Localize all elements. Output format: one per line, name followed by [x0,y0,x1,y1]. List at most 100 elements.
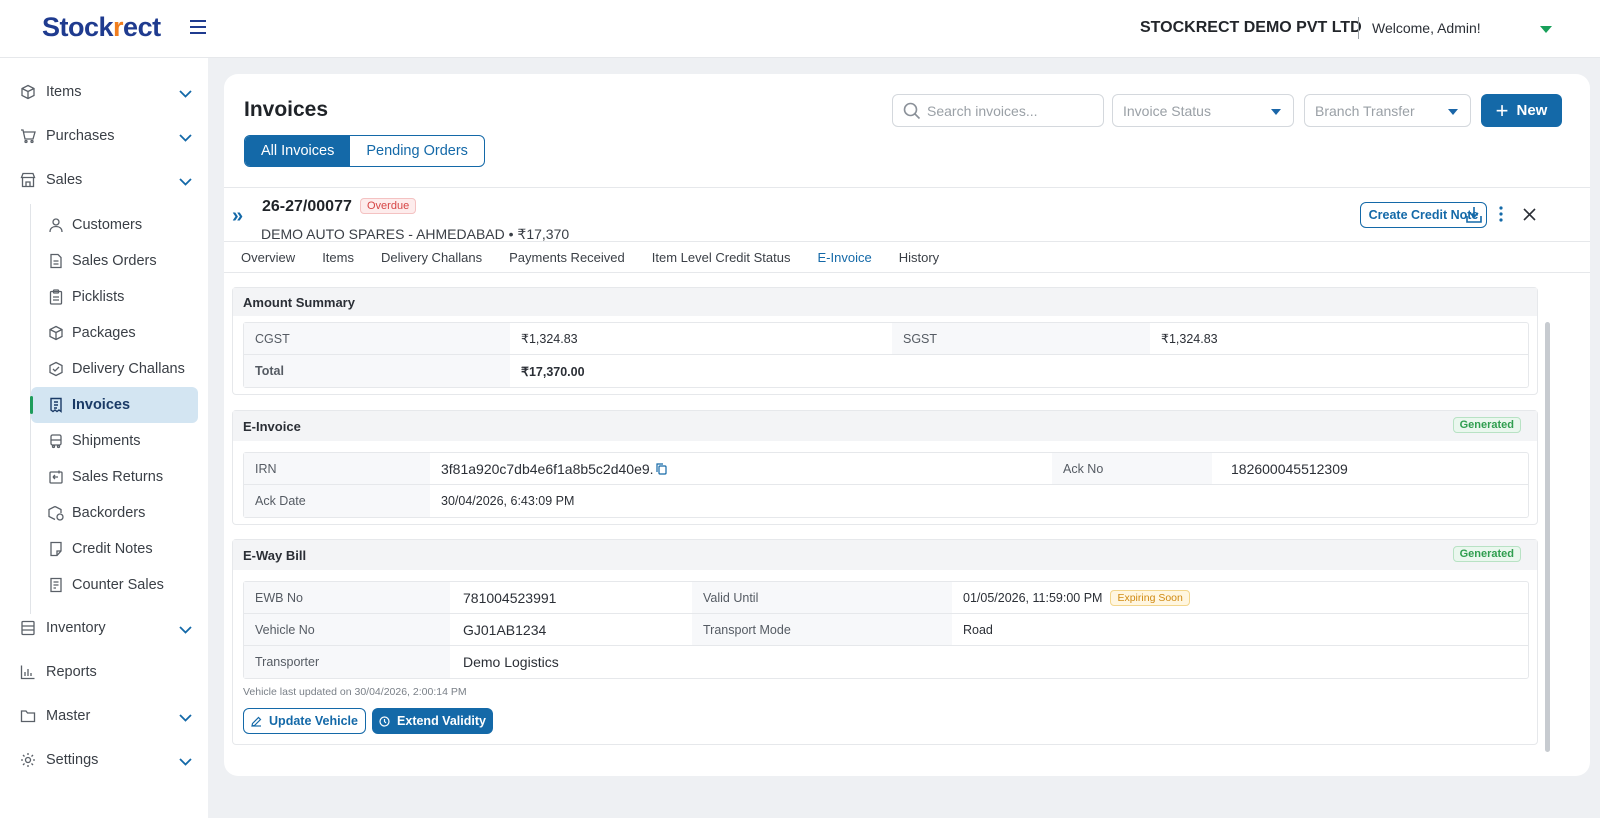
sidebar-item-sales-orders[interactable]: Sales Orders [31,243,198,279]
tab-e-invoice[interactable]: E-Invoice [818,250,872,274]
sidebar-item-settings[interactable]: Settings [20,743,200,777]
table-row: EWB No 781004523991 Valid Until 01/05/20… [244,582,1528,614]
caret-down-icon [1271,109,1281,115]
user-menu-caret-icon[interactable] [1540,26,1552,33]
copy-icon[interactable] [655,462,667,475]
invoice-status-select[interactable]: Invoice Status [1112,94,1294,127]
e-invoice-panel: E-Invoice Generated IRN 3f81a920c7db4e6f… [232,410,1538,525]
chevron-down-icon[interactable] [179,622,192,638]
status-badge: Generated [1452,546,1521,562]
table-row: Ack Date 30/04/2026, 6:43:09 PM [244,485,1528,517]
e-invoice-heading: E-Invoice Generated [233,411,1537,441]
update-vehicle-button[interactable]: Update Vehicle [243,708,366,734]
invoice-tabs: Overview Items Delivery Challans Payment… [241,250,966,274]
sidebar-item-shipments[interactable]: Shipments [31,423,198,459]
folder-icon [20,708,36,724]
sidebar-item-sales-returns[interactable]: Sales Returns [31,459,198,495]
inventory-icon [20,620,36,636]
close-icon[interactable] [1523,208,1536,224]
gear-icon [20,752,36,768]
tab-delivery-challans[interactable]: Delivery Challans [381,250,482,274]
invoice-number: 26-27/00077 [262,198,352,215]
return-icon [48,469,64,485]
more-options-icon[interactable] [1499,206,1503,225]
app-logo[interactable]: Stockrect [42,12,161,43]
cart-icon [20,128,36,144]
status-badge: Overdue [360,198,417,214]
e-way-bill-heading: E-Way Bill Generated [233,540,1537,570]
sidebar: Items Purchases Sales Customers Sales Or… [0,58,208,818]
credit-note-icon [48,541,64,557]
table-row: Total ₹17,370.00 [244,355,1528,387]
clipboard-icon [48,289,64,305]
tab-items[interactable]: Items [322,250,354,274]
tab-history[interactable]: History [899,250,939,274]
expand-panel-icon[interactable]: » [232,205,243,228]
sidebar-item-delivery-challans[interactable]: Delivery Challans [31,351,198,387]
chevron-down-icon[interactable] [179,710,192,726]
sidebar-item-reports[interactable]: Reports [20,655,200,689]
clock-icon [379,715,390,727]
divider [224,241,1590,242]
table-row: Transporter Demo Logistics [244,646,1528,678]
valid-until-value: 01/05/2026, 11:59:00 PM [963,590,1103,605]
main-card: Invoices Search invoices... Invoice Stat… [224,74,1590,776]
sidebar-item-master[interactable]: Master [20,699,200,733]
sidebar-item-purchases[interactable]: Purchases [20,119,200,153]
download-icon[interactable] [1466,206,1482,227]
tab-item-level-credit-status[interactable]: Item Level Credit Status [652,250,791,274]
search-input[interactable]: Search invoices... [892,94,1104,127]
sidebar-item-invoices[interactable]: Invoices [30,387,198,423]
divider [224,187,1590,188]
caret-down-icon [1448,109,1458,115]
amount-summary-table: CGST ₹1,324.83 SGST ₹1,324.83 Total ₹17,… [243,322,1529,388]
table-row: Vehicle No GJ01AB1234 Transport Mode Roa… [244,614,1528,646]
amount-summary-panel: Amount Summary CGST ₹1,324.83 SGST ₹1,32… [232,287,1538,395]
vehicle-updated-note: Vehicle last updated on 30/04/2026, 2:00… [243,686,467,698]
amount-summary-heading: Amount Summary [233,288,1537,316]
sidebar-item-customers[interactable]: Customers [31,207,198,243]
sidebar-item-credit-notes[interactable]: Credit Notes [31,531,198,567]
extend-validity-button[interactable]: Extend Validity [372,708,493,734]
expiring-soon-badge: Expiring Soon [1110,589,1190,606]
users-icon [48,217,64,233]
status-badge: Generated [1452,417,1521,433]
tab-all-invoices[interactable]: All Invoices [245,136,351,166]
top-bar: Stockrect STOCKRECT DEMO PVT LTD Welcome… [0,0,1600,58]
document-icon [48,253,64,269]
tab-overview[interactable]: Overview [241,250,295,274]
sidebar-item-items[interactable]: Items [20,75,200,109]
table-row: CGST ₹1,324.83 SGST ₹1,324.83 [244,323,1528,355]
backorder-icon [48,505,64,521]
sidebar-item-counter-sales[interactable]: Counter Sales [31,567,198,603]
welcome-text: Welcome, Admin! [1372,20,1481,36]
branch-transfer-select[interactable]: Branch Transfer [1304,94,1471,127]
scrollbar[interactable] [1545,322,1550,752]
chevron-down-icon[interactable] [179,174,192,190]
sidebar-item-picklists[interactable]: Picklists [31,279,198,315]
box-icon [20,84,36,100]
e-invoice-table: IRN 3f81a920c7db4e6f1a8b5c2d40e9. Ack No… [243,452,1529,518]
page-title: Invoices [244,98,329,121]
table-row: IRN 3f81a920c7db4e6f1a8b5c2d40e9. Ack No… [244,453,1528,485]
menu-icon[interactable] [190,20,206,34]
package-icon [48,325,64,341]
package-check-icon [48,361,64,377]
tab-payments-received[interactable]: Payments Received [509,250,625,274]
search-icon [903,102,921,123]
invoice-view-toggle: All Invoices Pending Orders [244,135,485,167]
sidebar-item-backorders[interactable]: Backorders [31,495,198,531]
chevron-down-icon[interactable] [179,130,192,146]
new-invoice-button[interactable]: + New [1481,94,1562,127]
e-way-bill-panel: E-Way Bill Generated EWB No 781004523991… [232,539,1538,745]
truck-icon [48,433,64,449]
tab-pending-orders[interactable]: Pending Orders [350,136,484,166]
chevron-down-icon[interactable] [179,754,192,770]
sidebar-item-packages[interactable]: Packages [31,315,198,351]
chevron-down-icon[interactable] [179,86,192,102]
chart-icon [20,664,36,680]
invoice-icon [48,397,64,413]
sidebar-item-sales[interactable]: Sales [20,163,200,197]
sidebar-item-inventory[interactable]: Inventory [20,611,200,645]
irn-value: 3f81a920c7db4e6f1a8b5c2d40e9. [441,460,654,477]
